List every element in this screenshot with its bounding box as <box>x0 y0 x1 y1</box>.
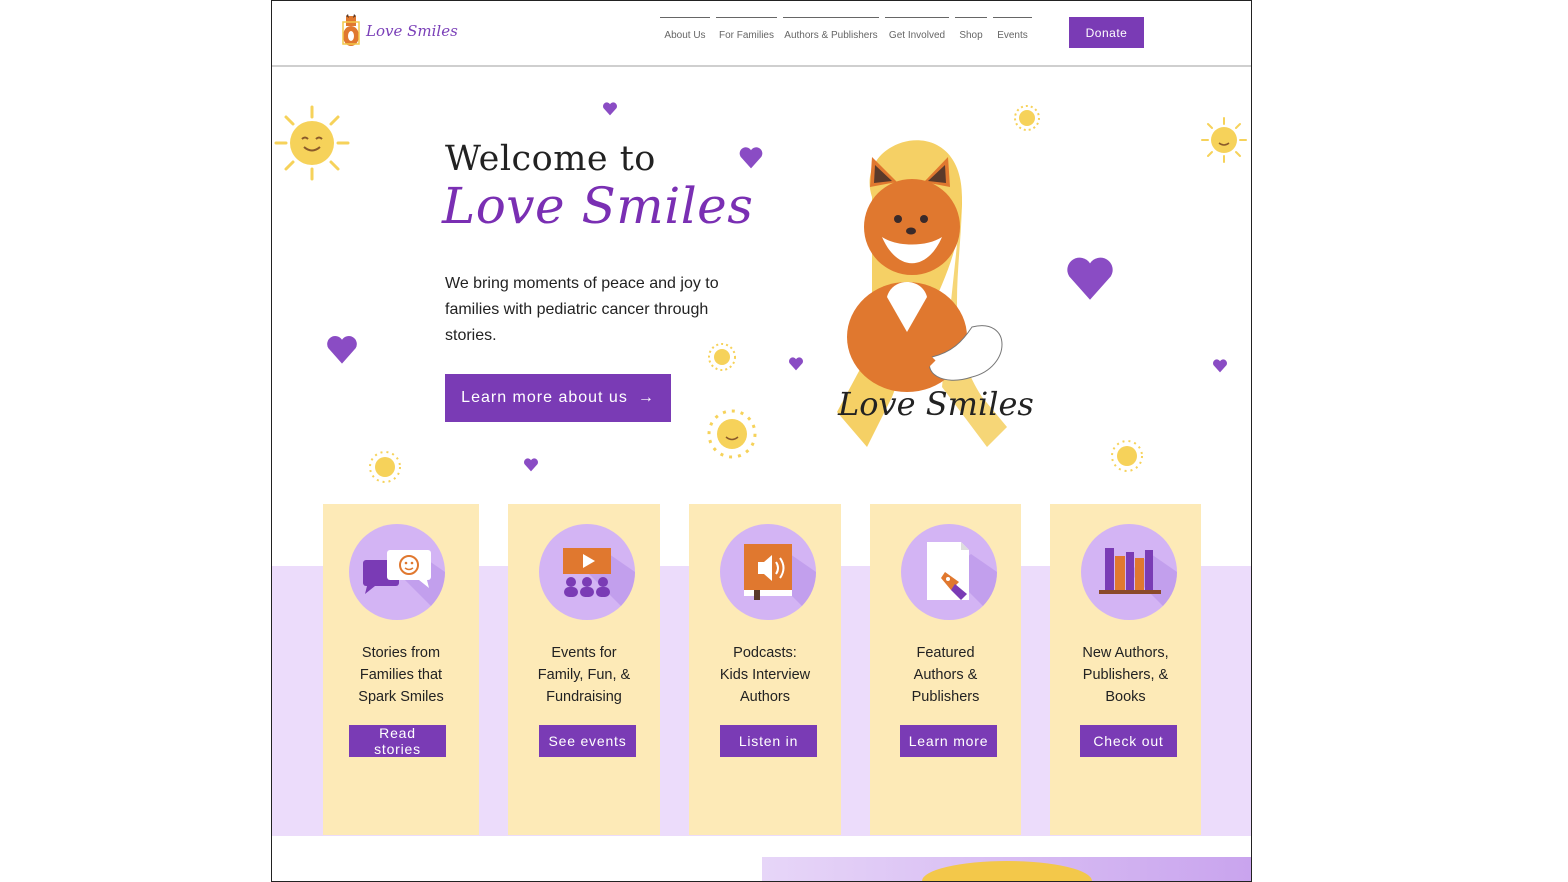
card-title: New Authors, Publishers, & Books <box>1082 645 1169 705</box>
card-title: Stories from Families that Spark Smiles <box>358 645 444 705</box>
sun-icon <box>274 105 350 181</box>
video-audience-icon <box>539 524 635 620</box>
learn-more-label: Learn more about us <box>461 389 628 406</box>
card-title: Events for Family, Fun, & Fundraising <box>537 645 631 705</box>
bookshelf-icon <box>1081 524 1177 620</box>
nav-authors-publishers[interactable]: Authors & Publishers <box>783 17 879 41</box>
nav-get-involved[interactable]: Get Involved <box>885 17 949 41</box>
hero-brand: Love Smiles <box>442 177 754 235</box>
heart-icon <box>1213 359 1227 373</box>
nav-shop[interactable]: Shop <box>955 17 987 41</box>
heart-icon <box>603 102 617 116</box>
chat-bubbles-icon <box>349 524 445 620</box>
arrow-right-icon: → <box>637 389 655 406</box>
heart-icon <box>739 147 763 169</box>
learn-more-featured-button[interactable]: Learn more <box>900 725 997 757</box>
card-title: Podcasts: Kids Interview Authors <box>719 645 811 705</box>
check-out-button[interactable]: Check out <box>1080 725 1177 757</box>
card-new-authors: New Authors, Publishers, & Books Check o… <box>1050 504 1201 835</box>
card-title: Featured Authors & Publishers <box>911 645 980 705</box>
card-stories: Stories from Families that Spark Smiles … <box>323 504 479 835</box>
hero-welcome: Welcome to <box>445 139 656 179</box>
read-stories-button[interactable]: Read stories <box>349 725 446 757</box>
card-podcasts: Podcasts: Kids Interview Authors Listen … <box>689 504 841 835</box>
heart-icon <box>1067 257 1113 300</box>
heart-icon <box>524 458 538 472</box>
sun-icon <box>1201 117 1247 163</box>
site-header: Love Smiles About Us For Families Author… <box>272 1 1251 67</box>
see-events-button[interactable]: See events <box>539 725 636 757</box>
fox-logo-icon <box>342 14 360 46</box>
logo-text: Love Smiles <box>366 22 458 40</box>
sun-icon <box>707 409 757 459</box>
illustration-love-smiles-text: Love Smiles <box>838 385 1034 423</box>
next-section-peek <box>762 857 1251 881</box>
card-featured-authors: Featured Authors & Publishers Learn more <box>870 504 1021 835</box>
pen-paper-icon <box>901 524 997 620</box>
learn-more-button[interactable]: Learn more about us → <box>445 374 671 422</box>
nav-for-families[interactable]: For Families <box>716 17 777 41</box>
hero-tagline: We bring moments of peace and joy to fam… <box>445 275 719 344</box>
page-frame: Love Smiles About Us For Families Author… <box>271 0 1252 882</box>
heart-icon <box>327 336 357 364</box>
nav-about-us[interactable]: About Us <box>660 17 710 41</box>
listen-in-button[interactable]: Listen in <box>720 725 817 757</box>
audio-book-icon <box>720 524 816 620</box>
card-events: Events for Family, Fun, & Fundraising Se… <box>508 504 660 835</box>
sun-icon <box>1111 440 1143 472</box>
heart-icon <box>789 357 803 371</box>
donate-button[interactable]: Donate <box>1069 17 1144 48</box>
decorative-blob <box>922 861 1092 881</box>
site-logo[interactable]: Love Smiles <box>340 13 458 49</box>
main-nav: About Us For Families Authors & Publishe… <box>660 17 1038 41</box>
nav-events[interactable]: Events <box>993 17 1032 41</box>
sun-icon <box>369 451 401 483</box>
